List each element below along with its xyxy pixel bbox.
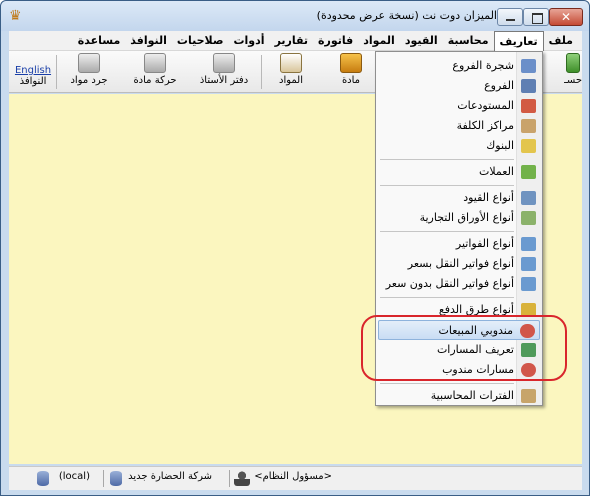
status-server: (local) — [58, 471, 90, 482]
menu-item-branches[interactable]: الفروع — [378, 76, 540, 96]
bank-icon — [521, 139, 536, 153]
menu-item-branch-tree[interactable]: شجرة الفروع — [378, 56, 540, 76]
menu-item-label: شجرة الفروع — [452, 59, 514, 72]
menu-help[interactable]: مساعدة — [73, 31, 126, 51]
box-icon — [340, 53, 362, 73]
material-move-label: حركة مادة — [133, 75, 177, 86]
calendar-icon — [521, 389, 536, 403]
menu-separator — [380, 297, 514, 298]
menu-item-label: أنواع فواتير النقل بسعر — [407, 257, 514, 270]
minimize-button[interactable] — [497, 8, 523, 26]
title-bar: ♛ الميزان دوت نت (نسخة عرض محدودة) ✕ — [1, 1, 589, 31]
printer-icon — [213, 53, 235, 73]
menu-item-label: مراكز الكلفة — [456, 119, 514, 132]
warehouse-icon — [521, 99, 536, 113]
menu-item-cost-centers[interactable]: مراكز الكلفة — [378, 116, 540, 136]
toolbar-material-button[interactable]: مادة — [335, 53, 367, 91]
toolbar-separator — [261, 55, 262, 89]
menu-item-transfer-invoice-priced[interactable]: أنواع فواتير النقل بسعر — [378, 254, 540, 274]
branches-icon — [521, 79, 536, 93]
database-icon — [110, 471, 122, 486]
highlight-annotation — [361, 315, 567, 381]
menu-item-label: العملات — [479, 165, 514, 178]
toolbar-language-button[interactable]: English النوافذ — [13, 53, 53, 91]
window-title: الميزان دوت نت (نسخة عرض محدودة) — [316, 9, 497, 22]
menu-item-currencies[interactable]: العملات — [378, 162, 540, 182]
status-company: شركة الحضارة جديد — [128, 471, 212, 482]
menu-entries[interactable]: القيود — [400, 31, 443, 51]
status-separator — [229, 470, 230, 487]
menu-invoice[interactable]: فاتورة — [313, 31, 358, 51]
menu-item-label: أنواع الفواتير — [455, 237, 514, 250]
currency-icon — [521, 165, 536, 179]
menu-separator — [380, 231, 514, 232]
menu-file[interactable]: ملف — [544, 31, 578, 51]
menu-item-transfer-invoice-unpriced[interactable]: أنواع فواتير النقل بدون سعر — [378, 274, 540, 294]
menu-materials[interactable]: المواد — [358, 31, 400, 51]
invoice-types-icon — [521, 237, 536, 251]
toolbar-inventory-button[interactable]: جرد مواد — [63, 53, 115, 91]
menu-accounting[interactable]: محاسبة — [443, 31, 494, 51]
commercial-papers-icon — [521, 211, 536, 225]
menu-item-entry-types[interactable]: أنواع القيود — [378, 188, 540, 208]
menu-item-label: المستودعات — [457, 99, 514, 112]
menu-item-label: الفترات المحاسبية — [430, 389, 514, 402]
toolbar-accounts-button[interactable]: حسـ — [564, 53, 582, 91]
close-button[interactable]: ✕ — [549, 8, 583, 26]
toolbar-ledger-button[interactable]: دفتر الأستاذ — [191, 53, 257, 91]
entry-types-icon — [521, 191, 536, 205]
menu-separator — [380, 383, 514, 384]
app-window: ♛ الميزان دوت نت (نسخة عرض محدودة) ✕ ملف… — [0, 0, 590, 496]
menu-item-fiscal-periods[interactable]: الفترات المحاسبية — [378, 386, 540, 406]
material-label: مادة — [341, 75, 361, 86]
accounts-label: حسـ — [564, 75, 582, 86]
materials-list-icon — [280, 53, 302, 73]
transfer-invoice-priced-icon — [521, 257, 536, 271]
printer-icon — [144, 53, 166, 73]
menu-item-warehouses[interactable]: المستودعات — [378, 96, 540, 116]
ledger-label: دفتر الأستاذ — [199, 75, 249, 86]
english-link[interactable]: English — [13, 65, 53, 76]
menu-item-banks[interactable]: البنوك — [378, 136, 540, 156]
menu-item-label: الفروع — [484, 79, 514, 92]
menu-item-commercial-papers[interactable]: أنواع الأوراق التجارية — [378, 208, 540, 228]
status-separator — [103, 470, 104, 487]
materials-label: المواد — [278, 75, 303, 86]
menu-separator — [380, 185, 514, 186]
status-bar: <مسؤول النظام> شركة الحضارة جديد (local) — [9, 466, 582, 490]
cost-center-icon — [521, 119, 536, 133]
menu-item-label: أنواع فواتير النقل بدون سعر — [385, 277, 514, 290]
menu-item-label: البنوك — [486, 139, 514, 152]
printer-icon — [78, 53, 100, 73]
menu-separator — [380, 159, 514, 160]
menu-item-label: أنواع الأوراق التجارية — [419, 211, 514, 224]
menu-tools[interactable]: أدوات — [228, 31, 269, 51]
menu-definitions[interactable]: تعاريف — [493, 31, 544, 51]
windows-label: النوافذ — [19, 76, 47, 87]
database-icon — [37, 471, 49, 486]
menu-permissions[interactable]: صلاحيات — [172, 31, 229, 51]
status-user: <مسؤول النظام> — [254, 471, 332, 482]
toolbar-separator — [56, 55, 57, 89]
inventory-label: جرد مواد — [70, 75, 108, 86]
branch-tree-icon — [521, 59, 536, 73]
menu-item-label: أنواع القيود — [463, 191, 514, 204]
app-logo-icon: ♛ — [9, 8, 22, 24]
menu-item-invoice-types[interactable]: أنواع الفواتير — [378, 234, 540, 254]
menu-reports[interactable]: تقارير — [270, 31, 313, 51]
transfer-invoice-unpriced-icon — [521, 277, 536, 291]
menu-windows[interactable]: النوافذ — [125, 31, 172, 51]
accounts-icon — [566, 53, 580, 73]
user-icon — [234, 470, 250, 486]
toolbar-materials-button[interactable]: المواد — [271, 53, 311, 91]
toolbar-material-move-button[interactable]: حركة مادة — [127, 53, 183, 91]
maximize-button[interactable] — [523, 8, 549, 26]
menu-bar: ملف تعاريف محاسبة القيود المواد فاتورة ت… — [9, 31, 582, 51]
